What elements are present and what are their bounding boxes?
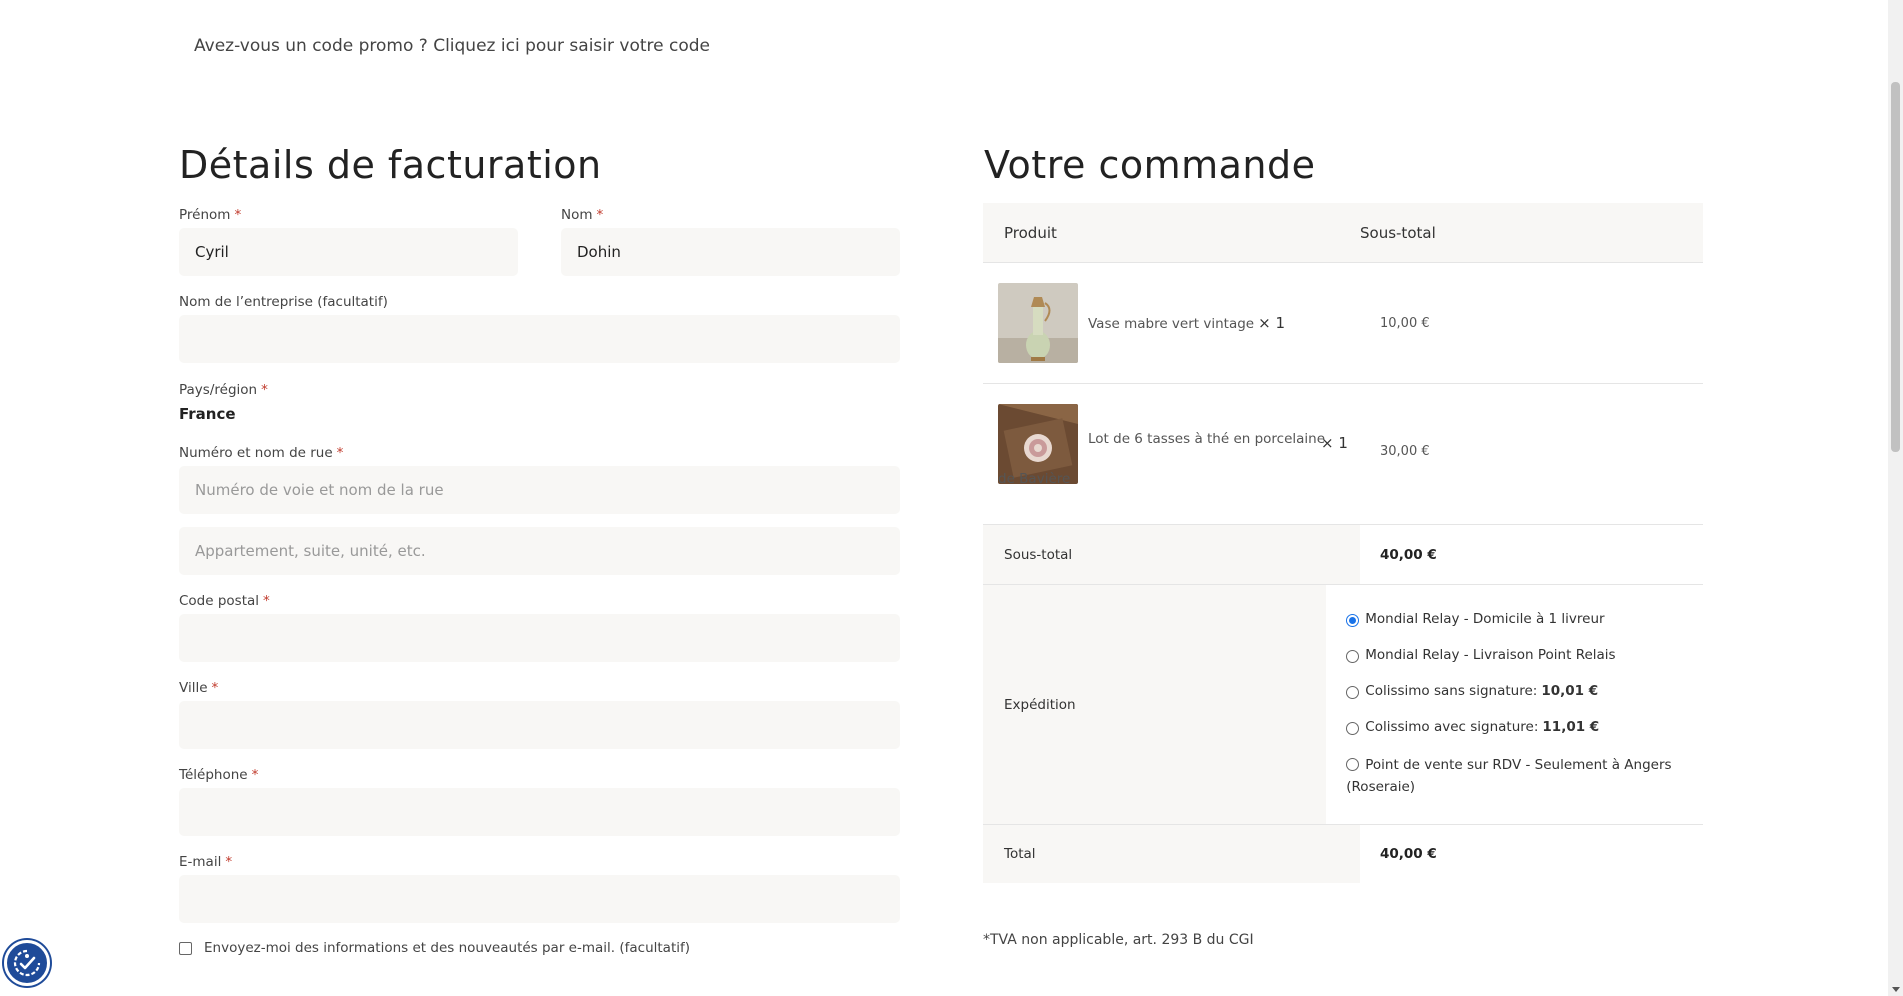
item-name-line2: de Bavière: [998, 471, 1071, 487]
item-price: 10,00 €: [1380, 316, 1430, 331]
street-line2-field[interactable]: Appartement, suite, unité, etc.: [179, 527, 900, 575]
shipping-option[interactable]: Point de vente sur RDV - Seulement à Ang…: [1346, 755, 1703, 799]
accessibility-check-icon: [13, 949, 41, 977]
promo-code-link[interactable]: Avez-vous un code promo ? Cliquez ici po…: [194, 36, 710, 56]
radio[interactable]: [1346, 758, 1360, 771]
order-item: Vase mabre vert vintage × 1 10,00 €: [983, 263, 1703, 384]
col-subtotal-header: Sous-total: [1360, 223, 1436, 242]
item-name-line1: Lot de 6 tasses à thé en porcelaine: [1088, 431, 1326, 447]
postcode-label: Code postal *: [179, 593, 270, 609]
postcode-field[interactable]: [179, 614, 900, 662]
email-field[interactable]: [179, 875, 900, 923]
item-name: Vase mabre vert vintage × 1: [1088, 314, 1285, 332]
accessibility-button[interactable]: [4, 940, 50, 986]
subtotal-row: Sous-total 40,00 €: [983, 525, 1703, 585]
shipping-option[interactable]: Colissimo avec signature: 11,01 €: [1346, 719, 1703, 755]
total-row: Total 40,00 €: [983, 825, 1703, 883]
item-price: 30,00 €: [1380, 444, 1430, 459]
street-label: Numéro et nom de rue *: [179, 445, 344, 461]
item-qty: × 1: [1321, 434, 1348, 452]
newsletter-checkbox[interactable]: [179, 941, 192, 955]
first-name-label: Prénom *: [179, 207, 242, 223]
page-scrollbar[interactable]: [1888, 0, 1903, 996]
shipping-option[interactable]: Mondial Relay - Livraison Point Relais: [1346, 647, 1703, 683]
city-label: Ville *: [179, 680, 219, 696]
radio[interactable]: [1346, 650, 1360, 663]
radio[interactable]: [1346, 686, 1360, 699]
order-table: Produit Sous-total Vase mabre vert vinta…: [983, 203, 1703, 883]
company-field[interactable]: [179, 315, 900, 363]
shipping-label: Expédition: [983, 585, 1327, 824]
city-field[interactable]: [179, 701, 900, 749]
total-value: 40,00 €: [1380, 846, 1437, 862]
billing-title: Détails de facturation: [179, 143, 602, 187]
col-product-header: Produit: [1004, 223, 1057, 242]
shipping-row: Expédition Mondial Relay - Domicile à 1 …: [983, 585, 1703, 825]
first-name-field[interactable]: Cyril: [179, 228, 518, 276]
subtotal-value: 40,00 €: [1380, 546, 1437, 563]
country-value: France: [179, 405, 236, 423]
product-image-vase[interactable]: [998, 283, 1078, 363]
company-label: Nom de l’entreprise (facultatif): [179, 294, 388, 310]
radio[interactable]: [1346, 722, 1360, 735]
scrollbar-thumb[interactable]: [1891, 82, 1900, 452]
last-name-field[interactable]: Dohin: [561, 228, 900, 276]
shipping-option[interactable]: Colissimo sans signature: 10,01 €: [1346, 683, 1703, 719]
phone-field[interactable]: [179, 788, 900, 836]
last-name-label: Nom *: [561, 207, 604, 223]
order-table-header: Produit Sous-total: [983, 203, 1703, 263]
shipping-option[interactable]: Mondial Relay - Domicile à 1 livreur: [1346, 611, 1703, 647]
scroll-down-icon[interactable]: [1892, 987, 1900, 992]
order-item: Lot de 6 tasses à thé en porcelaine de B…: [983, 384, 1703, 525]
newsletter-label: Envoyez-moi des informations et des nouv…: [204, 940, 691, 956]
newsletter-option[interactable]: Envoyez-moi des informations et des nouv…: [179, 940, 690, 956]
street-field[interactable]: Numéro de voie et nom de la rue: [179, 466, 900, 514]
email-label: E-mail *: [179, 854, 233, 870]
radio-selected[interactable]: [1346, 614, 1360, 627]
phone-label: Téléphone *: [179, 767, 259, 783]
order-title: Votre commande: [984, 143, 1316, 187]
total-label: Total: [983, 825, 1360, 883]
shipping-options: Mondial Relay - Domicile à 1 livreur Mon…: [1326, 585, 1703, 824]
subtotal-label: Sous-total: [983, 525, 1360, 584]
country-label: Pays/région *: [179, 382, 268, 398]
tva-note: *TVA non applicable, art. 293 B du CGI: [983, 932, 1254, 948]
